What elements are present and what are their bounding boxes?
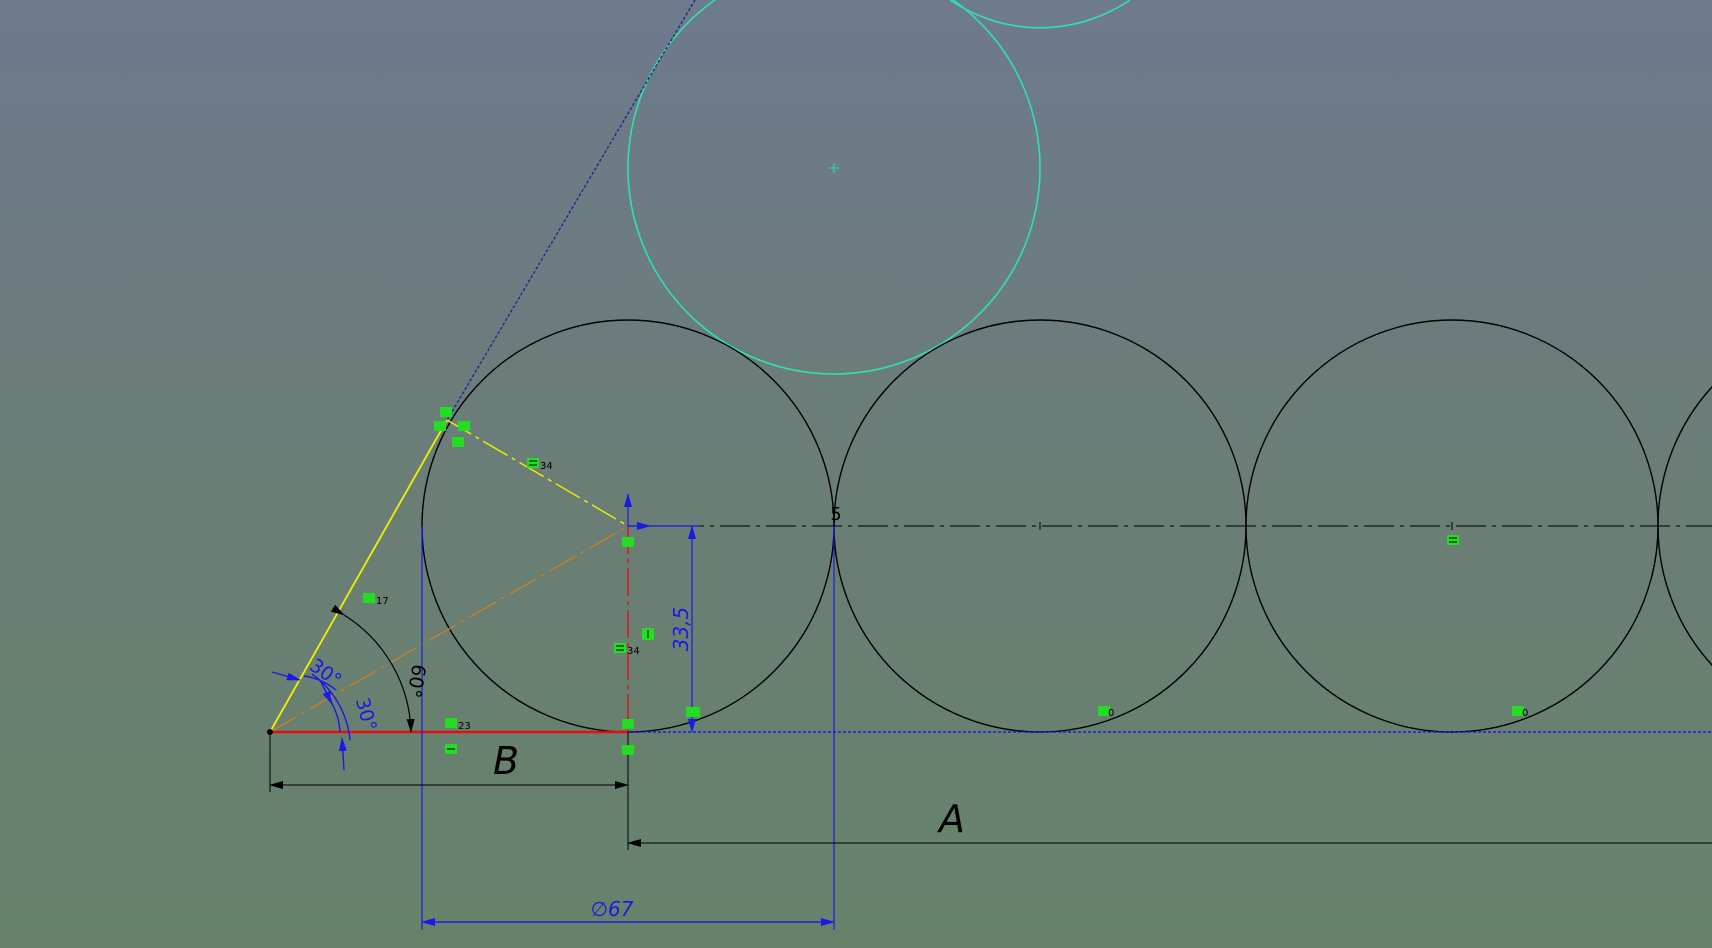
- tangent-relation-icon[interactable]: [434, 407, 470, 447]
- height-dimension[interactable]: 33,5: [628, 525, 700, 733]
- dimension-A-label[interactable]: A: [936, 797, 965, 841]
- height-dimension-text[interactable]: 33,5: [669, 607, 693, 652]
- equal-relation-label-34-a: 34: [540, 461, 553, 472]
- construction-circle-upper[interactable]: [627, 0, 1041, 375]
- equal-relation-label-34-b: 34: [627, 646, 640, 657]
- angle-bisector-centerline[interactable]: [269, 525, 629, 733]
- construction-circle-top-arc[interactable]: [949, 0, 1131, 29]
- sketch-canvas[interactable]: ∅67 33,5 B A 5 60° 30° 30° 34 17 34 23 0…: [0, 0, 1712, 948]
- dimension-B[interactable]: B: [269, 732, 629, 792]
- dimension-B-label[interactable]: B: [493, 739, 519, 783]
- tangent-construction-line[interactable]: [446, 0, 696, 421]
- angle-30-dimension-upper[interactable]: 30°: [271, 654, 351, 741]
- angle-30-dimension-lower[interactable]: 30°: [319, 679, 381, 771]
- origin-arrows: [624, 493, 651, 530]
- coincident-relation-icon-0-b[interactable]: 0: [1512, 706, 1528, 719]
- construction-circles[interactable]: [627, 0, 1131, 375]
- vertical-relation-icon[interactable]: [642, 628, 654, 640]
- circle-center-mark: [829, 163, 839, 173]
- relation-icons[interactable]: 34 17 34 23 0 0: [363, 407, 1528, 755]
- equal-relation-icon-34-b[interactable]: 34: [614, 643, 640, 657]
- parallel-relation-icon-23[interactable]: 23: [445, 718, 471, 732]
- dimension-A[interactable]: A: [627, 732, 1712, 850]
- diameter-dimension-text[interactable]: ∅67: [591, 897, 634, 921]
- parallel-relation-label-23: 23: [458, 721, 471, 732]
- angle-60-text[interactable]: 60°: [402, 663, 430, 700]
- coincident-relation-label-0-a: 0: [1108, 708, 1114, 719]
- equal-relation-icon-axis[interactable]: [1447, 535, 1459, 545]
- yellow-radius-line[interactable]: [446, 419, 629, 527]
- coincident-relation-icon-center[interactable]: [622, 537, 634, 547]
- angle-30-text-lower[interactable]: 30°: [351, 695, 381, 733]
- dimension-5-label[interactable]: 5: [830, 504, 841, 525]
- coincident-relation-label-0-b: 0: [1522, 708, 1528, 719]
- horizontal-relation-icon[interactable]: [445, 744, 457, 754]
- parallel-relation-label-17: 17: [376, 596, 389, 607]
- tangent-relation-icon-base[interactable]: [686, 707, 700, 717]
- coincident-relation-icon-0-a[interactable]: 0: [1098, 706, 1114, 719]
- parallel-relation-icon-17[interactable]: 17: [363, 593, 389, 607]
